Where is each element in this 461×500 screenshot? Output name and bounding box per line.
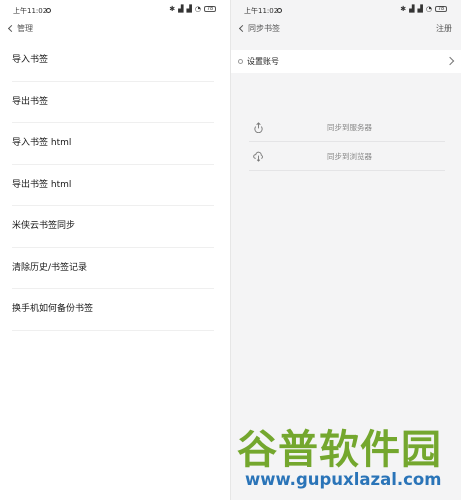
nav-title: 管理 bbox=[17, 24, 33, 33]
signal-icon-right: ▟ bbox=[409, 5, 415, 13]
menu-list: 导入书签 导出书签 导入书签 html 导出书签 html 米侠云书签同步 清除… bbox=[0, 40, 230, 331]
sync-to-browser-row[interactable]: 同步到浏览器 bbox=[249, 142, 445, 171]
nav-bar-right: 同步书签 注册 bbox=[231, 22, 461, 38]
menu-item-import-bookmarks[interactable]: 导入书签 bbox=[0, 40, 230, 82]
bluetooth-icon-right: ✱ bbox=[400, 5, 407, 13]
sync-options: 同步到服务器 同步到浏览器 bbox=[249, 113, 445, 171]
back-button[interactable]: 管理 bbox=[7, 23, 33, 34]
notification-icon bbox=[46, 8, 51, 13]
status-time: 上午11:02 bbox=[13, 7, 48, 15]
chevron-left-icon bbox=[7, 24, 16, 33]
status-time-right: 上午11:02 bbox=[244, 7, 279, 15]
signal-icon-right-2: ▟ bbox=[417, 5, 423, 13]
bluetooth-icon: ✱ bbox=[169, 5, 176, 13]
watermark: 谷普软件园 www.gupuxlazal.com bbox=[231, 410, 461, 500]
back-button-right[interactable]: 同步书签 bbox=[238, 23, 280, 34]
wifi-icon: ◔ bbox=[194, 5, 201, 13]
menu-item-export-html[interactable]: 导出书签 html bbox=[0, 165, 230, 207]
sync-to-server-label: 同步到服务器 bbox=[327, 123, 372, 132]
signal-icon: ▟ bbox=[178, 5, 184, 13]
chevron-right-icon bbox=[445, 56, 455, 66]
menu-item-clear-history[interactable]: 清除历史/书签记录 bbox=[0, 248, 230, 290]
sync-to-server-row[interactable]: 同步到服务器 bbox=[249, 113, 445, 142]
notification-icon-right bbox=[277, 8, 282, 13]
register-button[interactable]: 注册 bbox=[436, 23, 452, 34]
battery-icon-right: 78 bbox=[435, 6, 447, 12]
left-screen: 上午11:02 ✱ ▟ ▟ ◔ 78 管理 导入书签 导出书签 导入书签 htm… bbox=[0, 0, 230, 500]
signal-icon-2: ▟ bbox=[186, 5, 192, 13]
nav-title-right: 同步书签 bbox=[248, 24, 280, 33]
account-dot-icon bbox=[238, 59, 243, 64]
chevron-left-icon-right bbox=[238, 24, 247, 33]
sync-to-browser-label: 同步到浏览器 bbox=[327, 152, 372, 161]
watermark-logo: 谷普软件园 bbox=[237, 427, 442, 473]
nav-bar: 管理 bbox=[0, 22, 230, 38]
battery-icon: 78 bbox=[204, 6, 216, 12]
account-settings-row[interactable]: 设置账号 bbox=[231, 50, 461, 73]
upload-icon bbox=[254, 122, 263, 133]
menu-item-cloud-sync[interactable]: 米侠云书签同步 bbox=[0, 206, 230, 248]
cloud-download-icon bbox=[253, 151, 263, 162]
watermark-url: www.gupuxlazal.com bbox=[245, 470, 442, 489]
menu-item-import-html[interactable]: 导入书签 html bbox=[0, 123, 230, 165]
menu-item-backup-guide[interactable]: 换手机如何备份书签 bbox=[0, 289, 230, 331]
account-settings-label: 设置账号 bbox=[247, 57, 279, 66]
status-bar: 上午11:02 ✱ ▟ ▟ ◔ 78 bbox=[0, 0, 230, 20]
wifi-icon-right: ◔ bbox=[425, 5, 432, 13]
menu-item-export-bookmarks[interactable]: 导出书签 bbox=[0, 82, 230, 124]
status-bar-right: 上午11:02 ✱ ▟ ▟ ◔ 78 bbox=[231, 0, 461, 20]
